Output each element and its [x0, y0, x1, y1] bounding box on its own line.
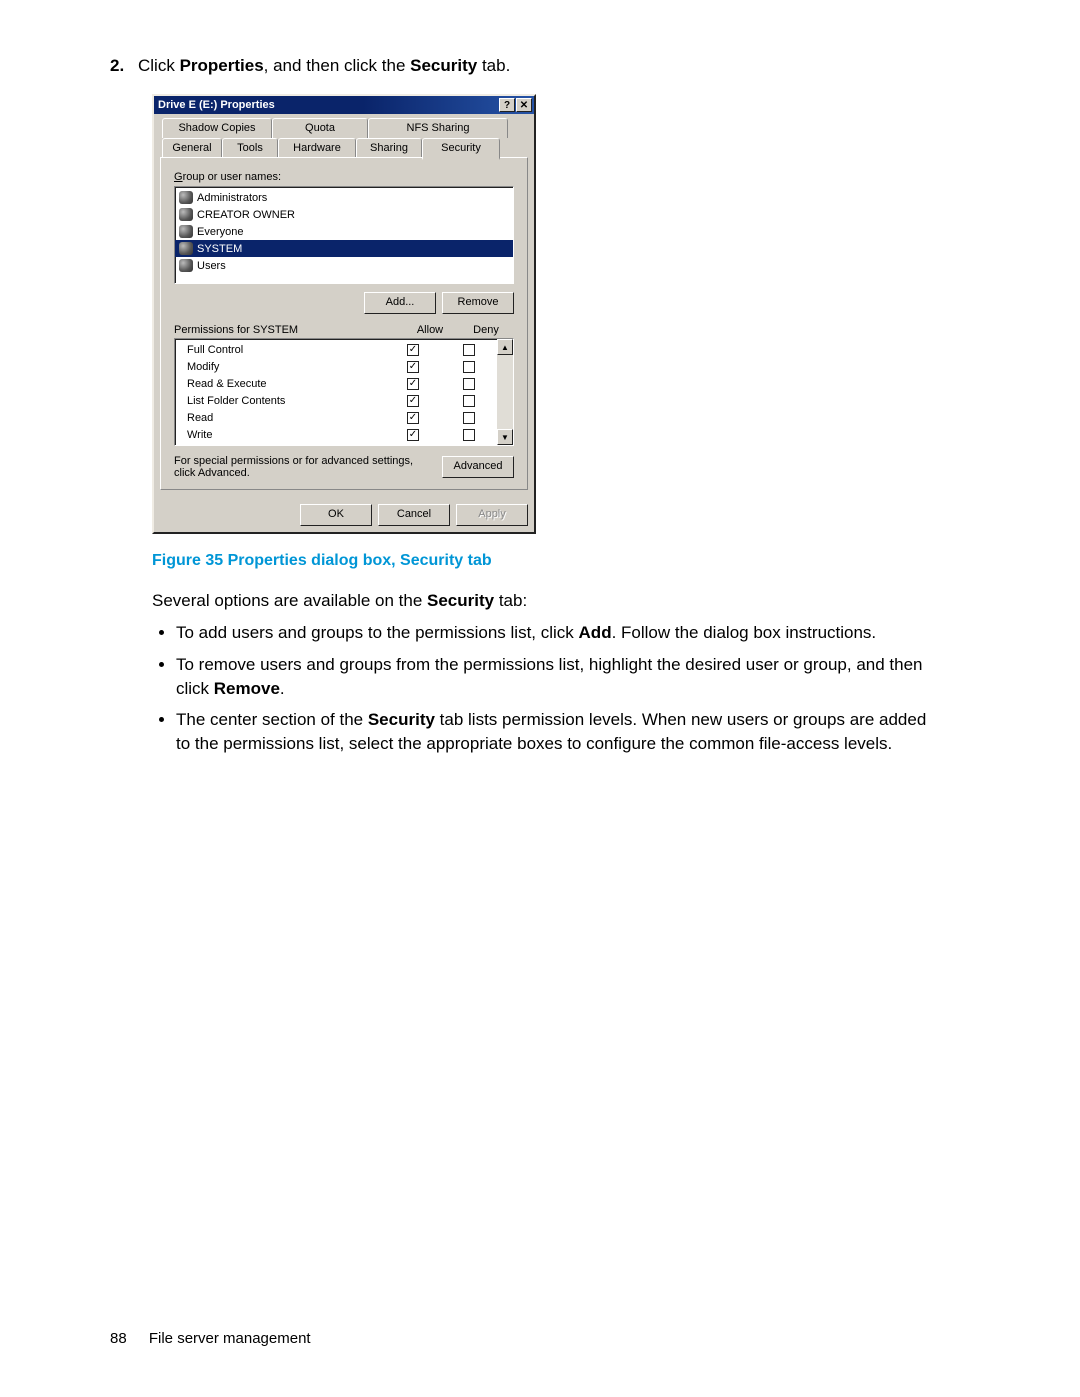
- perm-row: Read & Execute✓: [187, 375, 497, 392]
- add-button[interactable]: Add...: [364, 292, 436, 314]
- tab-quota[interactable]: Quota: [272, 118, 368, 138]
- list-item: To remove users and groups from the perm…: [176, 653, 936, 701]
- group-icon: [179, 242, 193, 255]
- security-panel: GGroup or user names:roup or user names:…: [160, 157, 528, 490]
- group-icon: [179, 225, 193, 238]
- perm-row: Full Control✓: [187, 341, 497, 358]
- list-item: To add users and groups to the permissio…: [176, 621, 936, 645]
- list-item: The center section of the Security tab l…: [176, 708, 936, 756]
- step-line: 2. Click Properties, and then click the …: [110, 56, 970, 76]
- ok-button[interactable]: OK: [300, 504, 372, 526]
- group-icon: [179, 259, 193, 272]
- help-icon[interactable]: ?: [499, 98, 515, 112]
- group-names-label: GGroup or user names:roup or user names:: [174, 171, 514, 183]
- tab-nfs-sharing[interactable]: NFS Sharing: [368, 118, 508, 138]
- page-number: 88: [110, 1330, 127, 1347]
- list-item: Users: [175, 257, 513, 274]
- tab-general[interactable]: General: [162, 138, 222, 158]
- apply-button[interactable]: Apply: [456, 504, 528, 526]
- tab-strip: Shadow Copies Quota NFS Sharing General …: [160, 118, 528, 158]
- deny-checkbox[interactable]: [463, 344, 475, 356]
- tab-shadow-copies[interactable]: Shadow Copies: [162, 118, 272, 138]
- deny-checkbox[interactable]: [463, 395, 475, 407]
- deny-checkbox[interactable]: [463, 412, 475, 424]
- list-item-selected: SYSTEM: [175, 240, 513, 257]
- list-item: Everyone: [175, 223, 513, 240]
- perm-row: Read✓: [187, 409, 497, 426]
- titlebar: Drive E (E:) Properties ? ✕: [154, 96, 534, 114]
- allow-checkbox[interactable]: ✓: [407, 361, 419, 373]
- allow-checkbox[interactable]: ✓: [407, 429, 419, 441]
- tab-sharing[interactable]: Sharing: [356, 138, 422, 158]
- remove-button[interactable]: Remove: [442, 292, 514, 314]
- perm-row: Write✓: [187, 426, 497, 443]
- deny-checkbox[interactable]: [463, 429, 475, 441]
- bullet-list: To add users and groups to the permissio…: [152, 621, 970, 756]
- perm-row: List Folder Contents✓: [187, 392, 497, 409]
- deny-header: Deny: [458, 324, 514, 336]
- close-icon[interactable]: ✕: [516, 98, 532, 112]
- tab-hardware[interactable]: Hardware: [278, 138, 356, 158]
- scroll-up-icon[interactable]: ▲: [497, 339, 513, 355]
- page-footer: 88 File server management: [110, 1330, 311, 1347]
- advanced-text: For special permissions or for advanced …: [174, 455, 434, 479]
- group-icon: [179, 208, 193, 221]
- properties-dialog: Drive E (E:) Properties ? ✕ Shadow Copie…: [152, 94, 536, 534]
- step-text: Click Properties, and then click the Sec…: [138, 56, 510, 76]
- window-title: Drive E (E:) Properties: [158, 99, 275, 111]
- section-title: File server management: [149, 1330, 311, 1347]
- permissions-box: Full Control✓ Modify✓ Read & Execute✓ Li…: [174, 338, 514, 446]
- intro-paragraph: Several options are available on the Sec…: [152, 590, 970, 613]
- group-icon: [179, 191, 193, 204]
- allow-checkbox[interactable]: ✓: [407, 344, 419, 356]
- advanced-button[interactable]: Advanced: [442, 456, 514, 478]
- permissions-label: Permissions for SYSTEM: [174, 324, 402, 336]
- allow-checkbox[interactable]: ✓: [407, 395, 419, 407]
- allow-checkbox[interactable]: ✓: [407, 412, 419, 424]
- list-item: CREATOR OWNER: [175, 206, 513, 223]
- deny-checkbox[interactable]: [463, 361, 475, 373]
- dialog-screenshot: Drive E (E:) Properties ? ✕ Shadow Copie…: [152, 94, 970, 534]
- allow-header: Allow: [402, 324, 458, 336]
- scrollbar[interactable]: ▲ ▼: [497, 339, 513, 445]
- step-number: 2.: [110, 56, 138, 76]
- allow-checkbox[interactable]: ✓: [407, 378, 419, 390]
- tab-tools[interactable]: Tools: [222, 138, 278, 158]
- group-listbox[interactable]: Administrators CREATOR OWNER Everyone SY…: [174, 186, 514, 284]
- figure-caption: Figure 35 Properties dialog box, Securit…: [152, 552, 970, 570]
- list-item: Administrators: [175, 189, 513, 206]
- cancel-button[interactable]: Cancel: [378, 504, 450, 526]
- tab-security[interactable]: Security: [422, 138, 500, 160]
- perm-row: Modify✓: [187, 358, 497, 375]
- scroll-down-icon[interactable]: ▼: [497, 429, 513, 445]
- deny-checkbox[interactable]: [463, 378, 475, 390]
